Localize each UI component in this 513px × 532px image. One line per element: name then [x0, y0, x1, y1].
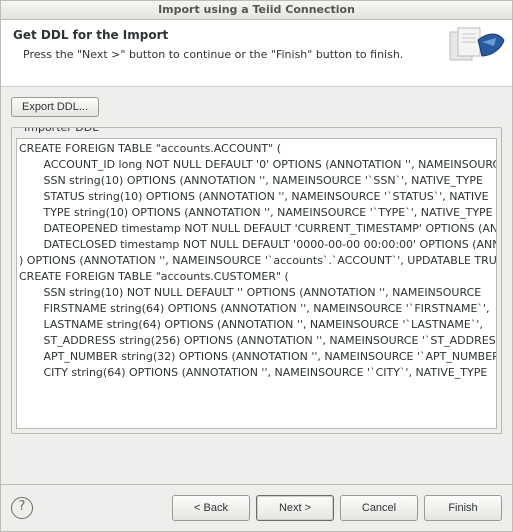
wizard-icon: [448, 26, 506, 66]
export-ddl-button[interactable]: Export DDL...: [11, 97, 99, 117]
next-button[interactable]: Next >: [256, 495, 334, 521]
wizard-banner: Get DDL for the Import Press the "Next >…: [1, 20, 512, 87]
ddl-line: STATUS string(10) OPTIONS (ANNOTATION ''…: [19, 189, 492, 205]
ddl-line: TYPE string(10) OPTIONS (ANNOTATION '', …: [19, 205, 492, 221]
ddl-line: APT_NUMBER string(32) OPTIONS (ANNOTATIO…: [19, 349, 492, 365]
importer-ddl-group: Importer DDL CREATE FOREIGN TABLE "accou…: [11, 127, 502, 434]
ddl-line: CITY string(64) OPTIONS (ANNOTATION '', …: [19, 365, 492, 381]
ddl-textarea[interactable]: CREATE FOREIGN TABLE "accounts.ACCOUNT" …: [16, 138, 497, 429]
spacer: [1, 444, 512, 484]
ddl-line: ) OPTIONS (ANNOTATION '', NAMEINSOURCE '…: [19, 253, 492, 269]
ddl-line: DATECLOSED timestamp NOT NULL DEFAULT '0…: [19, 237, 492, 253]
ddl-line: SSN string(10) NOT NULL DEFAULT '' OPTIO…: [19, 285, 492, 301]
ddl-line: ACCOUNT_ID long NOT NULL DEFAULT '0' OPT…: [19, 157, 492, 173]
window-title: Import using a Teiid Connection: [1, 1, 512, 20]
wizard-button-bar: ? < Back Next > Cancel Finish: [1, 484, 512, 531]
wizard-content: Export DDL... Importer DDL CREATE FOREIG…: [1, 87, 512, 444]
back-button[interactable]: < Back: [172, 495, 250, 521]
wizard-window: Import using a Teiid Connection Get DDL …: [0, 0, 513, 532]
ddl-line: ST_ADDRESS string(256) OPTIONS (ANNOTATI…: [19, 333, 492, 349]
finish-button[interactable]: Finish: [424, 495, 502, 521]
ddl-line: CREATE FOREIGN TABLE "accounts.ACCOUNT" …: [19, 141, 492, 157]
importer-ddl-label: Importer DDL: [20, 127, 102, 134]
banner-subtext: Press the "Next >" button to continue or…: [13, 48, 500, 61]
help-button[interactable]: ?: [11, 497, 33, 519]
ddl-line: DATEOPENED timestamp NOT NULL DEFAULT 'C…: [19, 221, 492, 237]
ddl-line: LASTNAME string(64) OPTIONS (ANNOTATION …: [19, 317, 492, 333]
cancel-button[interactable]: Cancel: [340, 495, 418, 521]
ddl-line: CREATE FOREIGN TABLE "accounts.CUSTOMER"…: [19, 269, 492, 285]
ddl-line: SSN string(10) OPTIONS (ANNOTATION '', N…: [19, 173, 492, 189]
ddl-line: FIRSTNAME string(64) OPTIONS (ANNOTATION…: [19, 301, 492, 317]
banner-heading: Get DDL for the Import: [13, 28, 500, 42]
